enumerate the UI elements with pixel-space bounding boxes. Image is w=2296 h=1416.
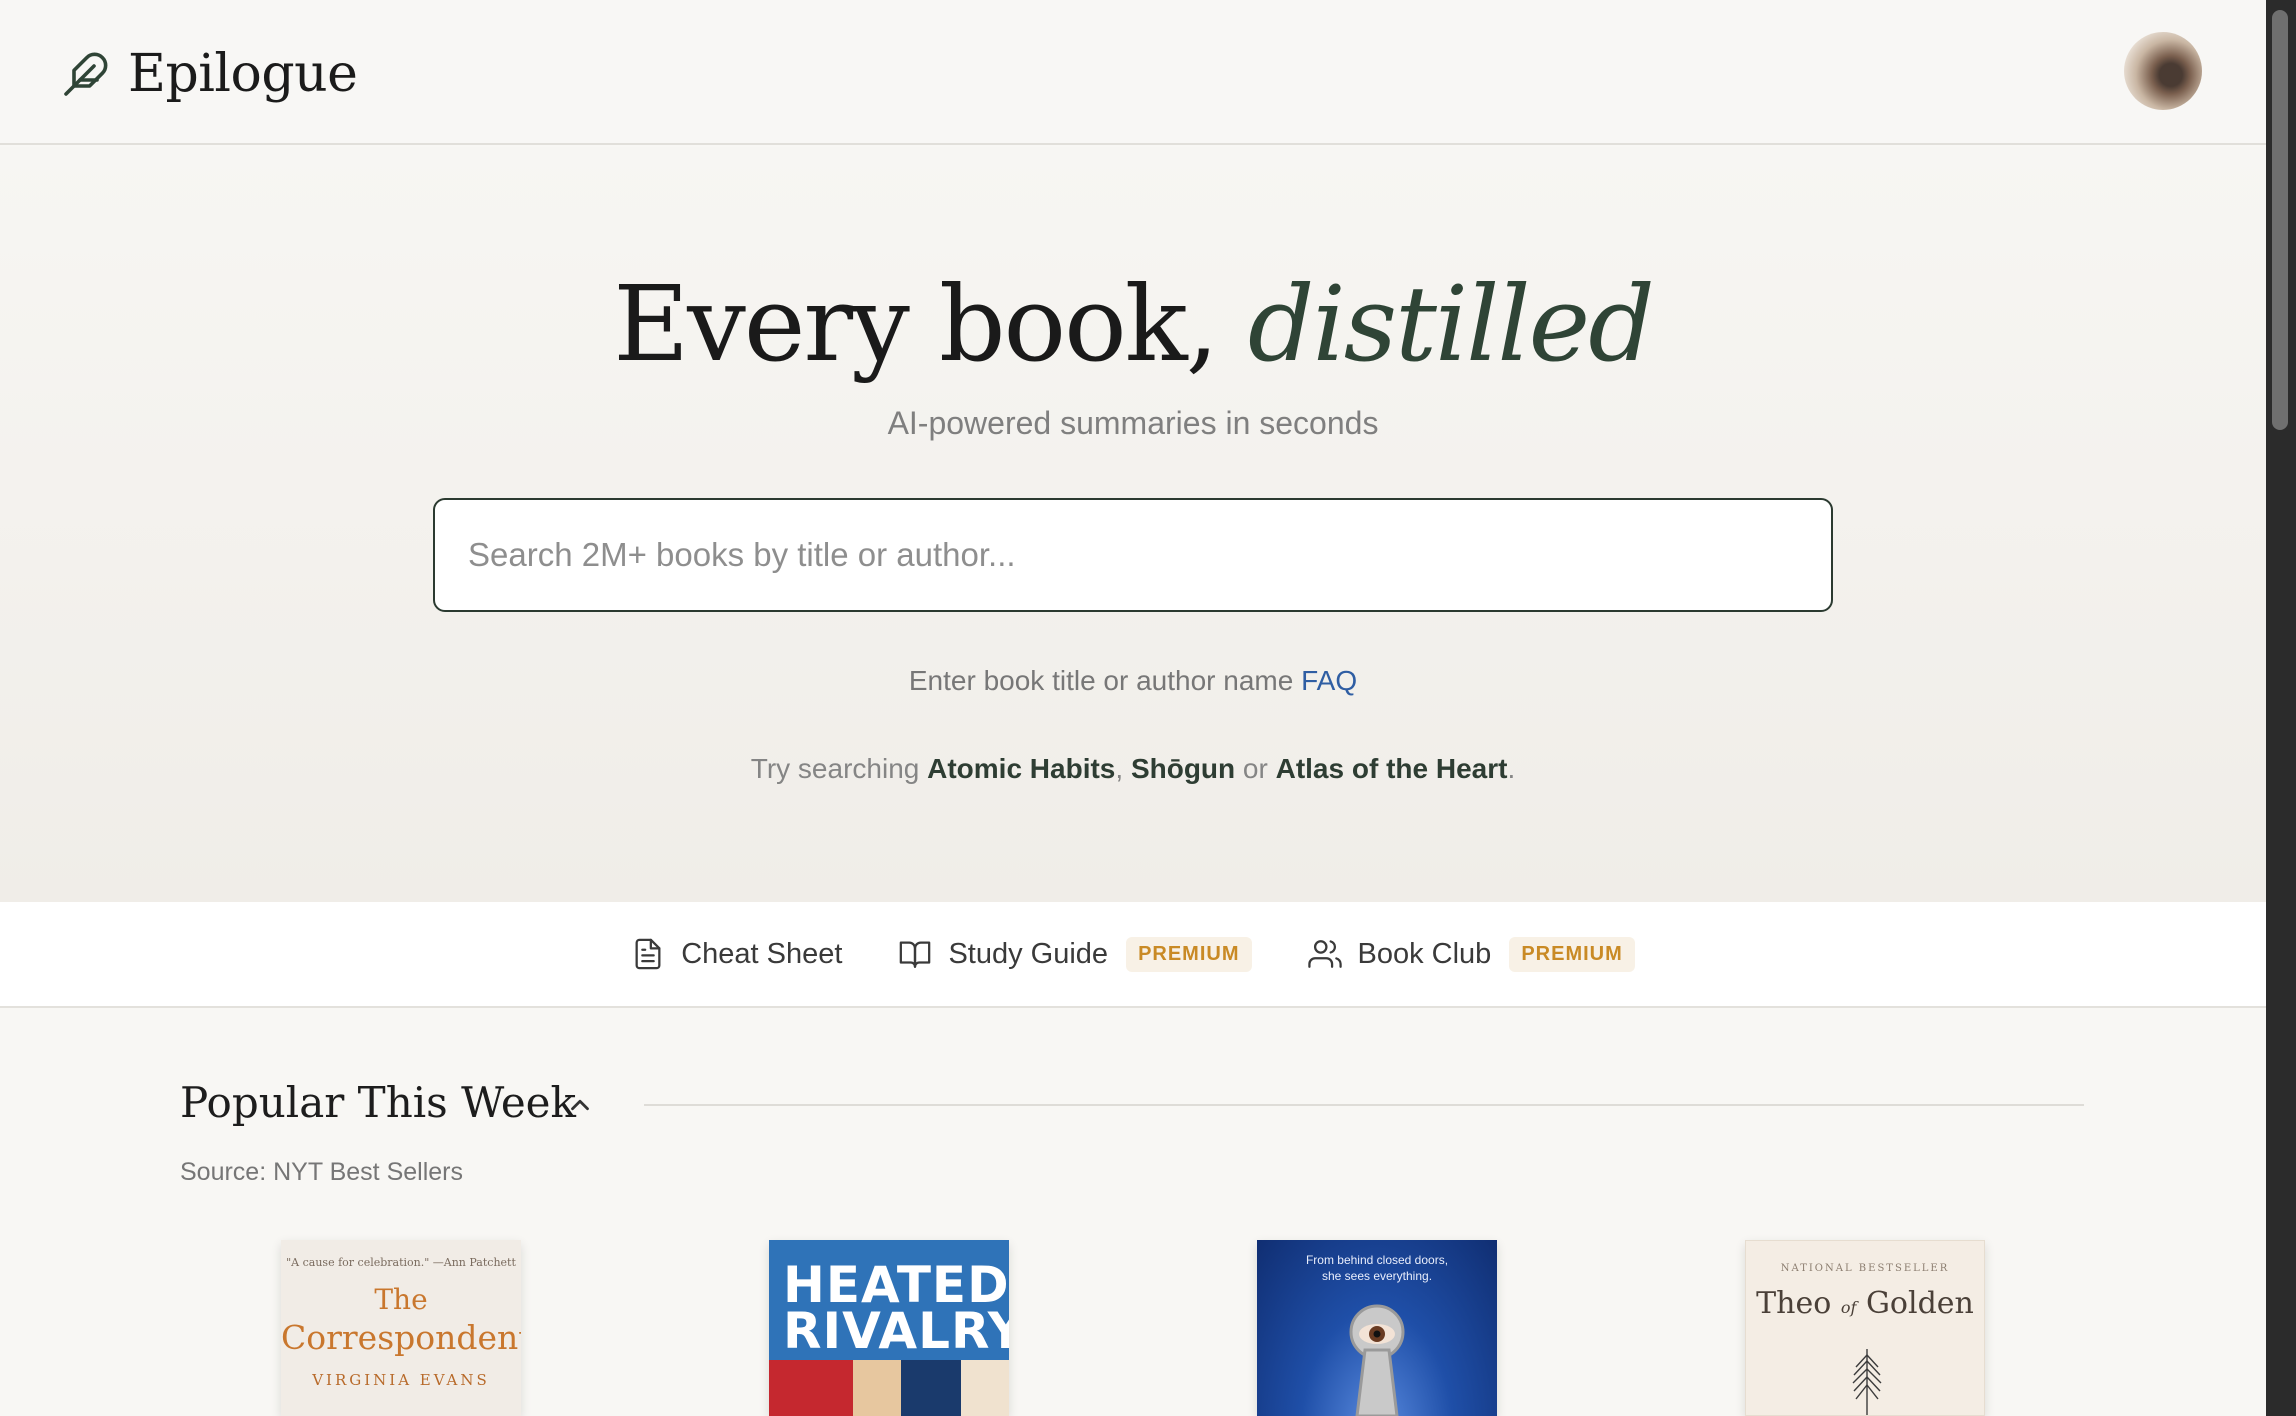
open-book-icon <box>900 941 931 968</box>
hero-subtitle: AI-powered summaries in seconds <box>887 405 1379 441</box>
suggestion-shogun[interactable]: Shōgun <box>1131 753 1235 784</box>
section-divider <box>644 1104 2084 1106</box>
book-title-line: RIVALRY <box>783 1302 1009 1360</box>
book-tag: NATIONAL BESTSELLER <box>1780 1263 1950 1274</box>
book-cover-theo-of-golden[interactable]: NATIONAL BESTSELLER Theo of Golden <box>1745 1240 1985 1416</box>
hint-text: Enter book title or author name <box>908 665 1294 696</box>
try-separator-2: or <box>1242 753 1268 784</box>
book-title-part: of <box>1840 1298 1857 1317</box>
search-input[interactable] <box>435 500 1831 610</box>
feature-label: Book Club <box>1357 937 1492 970</box>
book-title-part: Theo <box>1756 1286 1832 1321</box>
feature-strip: Cheat Sheet Study Guide PREMIUM Book Clu… <box>0 902 2266 1008</box>
document-icon <box>635 938 661 970</box>
book-tagline-line: From behind closed doors, <box>1305 1253 1449 1267</box>
cover-illustration <box>769 1360 1009 1416</box>
book-tagline-line: she sees everything. <box>1321 1269 1433 1283</box>
book-quote: "A cause for celebration." —Ann Patchett <box>286 1256 516 1269</box>
suggestion-atlas-of-the-heart[interactable]: Atlas of the Heart <box>1276 753 1508 784</box>
premium-badge: PREMIUM <box>1509 936 1635 972</box>
hero-section: Every book, distilled AI-powered summari… <box>0 147 2266 902</box>
book-cover-the-correspondent[interactable]: "A cause for celebration." —Ann Patchett… <box>281 1240 521 1416</box>
hero-title-accent: distilled <box>1247 263 1655 385</box>
book-title-part: Golden <box>1865 1286 1974 1321</box>
scrollbar-thumb[interactable] <box>2272 10 2288 430</box>
feature-label: Cheat Sheet <box>681 937 843 970</box>
try-prefix: Try searching <box>750 753 920 784</box>
premium-badge: PREMIUM <box>1126 936 1252 972</box>
book-cover-heated-rivalry[interactable]: HEATED RIVALRY <box>769 1240 1009 1416</box>
top-header: Epilogue <box>0 0 2266 145</box>
chevron-up-icon[interactable] <box>562 1090 598 1120</box>
feather-illustration-icon <box>1852 1349 1882 1415</box>
try-separator-1: , <box>1115 753 1124 784</box>
try-end: . <box>1507 753 1516 784</box>
book-title: HEATED RIVALRY <box>769 1240 1009 1360</box>
user-avatar[interactable] <box>2124 32 2202 110</box>
feature-book-club[interactable]: Book Club PREMIUM <box>1307 936 1635 972</box>
feature-study-guide[interactable]: Study Guide PREMIUM <box>898 936 1252 972</box>
search-hint: Enter book title or author name FAQ <box>0 665 2266 697</box>
brand-name: Epilogue <box>128 44 358 104</box>
search-box[interactable] <box>433 498 1833 612</box>
feature-cheat-sheet[interactable]: Cheat Sheet <box>631 937 842 971</box>
book-title-line: Correspondent <box>281 1318 521 1357</box>
suggestion-atomic-habits[interactable]: Atomic Habits <box>927 753 1115 784</box>
book-title-line: The <box>374 1283 428 1316</box>
book-author: VIRGINIA EVANS <box>312 1371 490 1389</box>
popular-section-title: Popular This Week <box>180 1078 576 1127</box>
book-tagline: From behind closed doors, she sees every… <box>1257 1252 1497 1284</box>
hero-title: Every book, distilled <box>0 263 2266 385</box>
brand-logo[interactable]: Epilogue <box>62 44 358 104</box>
users-icon <box>1307 940 1342 968</box>
keyhole-eye-icon <box>1349 1304 1405 1416</box>
search-suggestions: Try searching Atomic Habits, Shōgun or A… <box>0 753 2266 785</box>
hero-title-main: Every book, <box>613 263 1248 385</box>
feather-icon <box>64 52 108 96</box>
book-cover-keyhole[interactable]: From behind closed doors, she sees every… <box>1257 1240 1497 1416</box>
popular-source: Source: NYT Best Sellers <box>180 1158 463 1186</box>
feature-label: Study Guide <box>948 937 1109 970</box>
book-title: Theo of Golden <box>1746 1286 1984 1321</box>
faq-link[interactable]: FAQ <box>1301 665 1357 696</box>
